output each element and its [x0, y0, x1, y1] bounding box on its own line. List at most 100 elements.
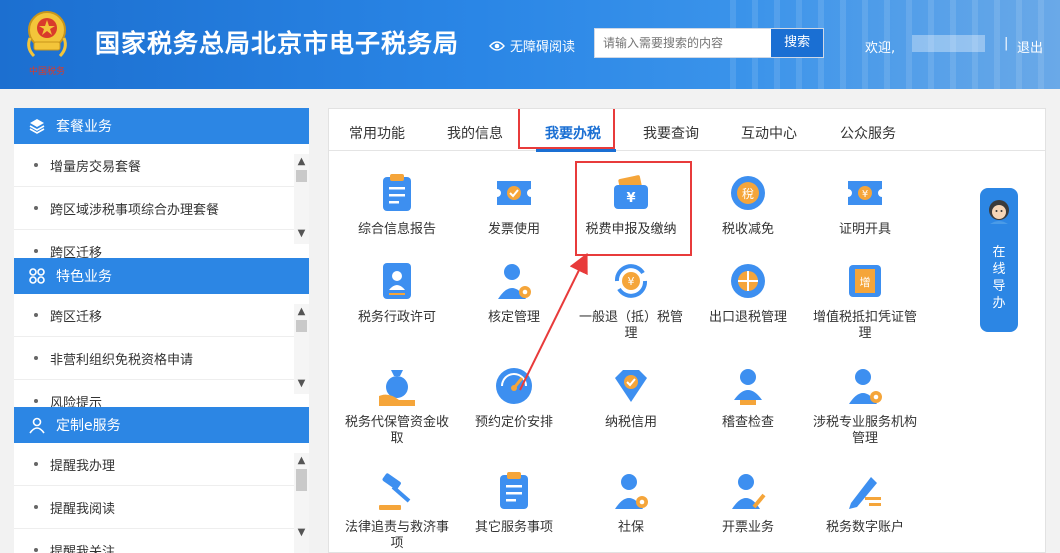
svg-text:¥: ¥: [862, 189, 868, 200]
service-vat-voucher[interactable]: 增 增值税抵扣凭证管理: [811, 259, 919, 342]
yuan-refresh-icon: ¥: [615, 264, 647, 298]
service-comprehensive-report[interactable]: 综合信息报告: [343, 171, 451, 238]
accessibility-reading-link[interactable]: 无障碍阅读: [489, 36, 575, 55]
scroll-up-icon[interactable]: ▲: [294, 453, 309, 469]
diamond-check-icon: [615, 370, 647, 402]
service-tax-credit[interactable]: 纳税信用: [577, 364, 685, 431]
service-label: 增值税抵扣凭证管理: [812, 310, 917, 341]
tab-common[interactable]: 常用功能: [349, 123, 405, 143]
scroll-down-icon[interactable]: ▼: [294, 376, 309, 392]
service-professional-agencies[interactable]: 涉税专业服务机构管理: [811, 364, 919, 447]
accessibility-label: 无障碍阅读: [510, 40, 576, 55]
svg-text:中国税务: 中国税务: [29, 65, 65, 77]
main-panel: 常用功能 我的信息 我要办税 我要查询 互动中心 公众服务 综合信息报告 发票使…: [328, 108, 1046, 553]
service-label: 税费申报及缴纳: [585, 222, 677, 237]
service-tax-reduction[interactable]: 稅 税收减免: [694, 171, 802, 238]
sidebar-item[interactable]: 跨区域涉税事项综合办理套餐: [14, 187, 309, 230]
svg-text:¥: ¥: [626, 191, 635, 206]
service-label: 纳税信用: [604, 415, 657, 430]
service-inspection[interactable]: 稽查检查: [694, 364, 802, 431]
sidebar-scrollbar-package[interactable]: ▲ ▼: [294, 154, 309, 244]
sidebar-section-title: 套餐业务: [56, 119, 112, 135]
service-label: 开票业务: [721, 520, 774, 535]
service-label: 稽查检查: [721, 415, 774, 430]
sidebar-list-package: 增量房交易套餐 跨区域涉税事项综合办理套餐 跨区迁移: [14, 144, 309, 273]
ticket-yuan-icon: ¥: [848, 181, 882, 205]
sidebar-list-custom: 提醒我办理 提醒我阅读 提醒我关注: [14, 443, 309, 553]
service-label: 发票使用: [487, 222, 540, 237]
user-pen-icon: [732, 474, 766, 509]
layers-icon: [29, 119, 45, 134]
sidebar-item[interactable]: 增量房交易套餐: [14, 144, 309, 187]
tab-my-info[interactable]: 我的信息: [447, 123, 503, 143]
service-admin-license[interactable]: 税务行政许可: [343, 259, 451, 326]
username-redacted: [912, 35, 985, 52]
service-legal-remedy[interactable]: 法律追责与救济事项: [343, 469, 451, 552]
sidebar-scrollbar-custom[interactable]: ▲ ▼: [294, 453, 309, 553]
sidebar-item[interactable]: 非营利组织免税资格申请: [14, 337, 309, 380]
sidebar-section-title: 特色业务: [56, 269, 112, 285]
svg-text:¥: ¥: [628, 275, 635, 288]
service-invoicing[interactable]: 开票业务: [694, 469, 802, 536]
tab-bar: 常用功能 我的信息 我要办税 我要查询 互动中心 公众服务: [329, 109, 1045, 152]
sidebar-item[interactable]: 提醒我办理: [14, 443, 309, 486]
tab-query[interactable]: 我要查询: [643, 123, 699, 143]
scroll-thumb[interactable]: [296, 320, 307, 332]
scroll-thumb[interactable]: [296, 170, 307, 182]
service-label: 税务数字账户: [825, 520, 904, 535]
scroll-thumb[interactable]: [296, 469, 307, 491]
service-label: 社保: [617, 520, 644, 535]
service-social-security[interactable]: 社保: [577, 469, 685, 536]
tab-public-service[interactable]: 公众服务: [840, 123, 896, 143]
search-button[interactable]: 搜索: [770, 29, 823, 57]
online-guide-widget[interactable]: 在线导办: [980, 188, 1018, 332]
service-label: 综合信息报告: [357, 222, 436, 237]
svg-text:稅: 稅: [742, 187, 754, 201]
scroll-up-icon[interactable]: ▲: [294, 154, 309, 170]
service-label: 核定管理: [487, 310, 540, 325]
service-invoice-use[interactable]: 发票使用: [460, 171, 568, 238]
tax-emblem-logo: 中国税务: [27, 11, 67, 77]
sidebar-section-package[interactable]: 套餐业务: [14, 108, 309, 144]
money-bag-icon: [379, 370, 415, 406]
sidebar-item[interactable]: 提醒我阅读: [14, 486, 309, 529]
sidebar-item[interactable]: 跨区迁移: [14, 294, 309, 337]
service-assessment[interactable]: 核定管理: [460, 259, 568, 326]
gauge-icon: [496, 368, 532, 404]
header-bar: 中国税务 国家税务总局北京市电子税务局 无障碍阅读 搜索 欢迎, | 退出: [0, 0, 1060, 89]
ticket-check-icon: [497, 181, 531, 205]
service-label: 预约定价安排: [474, 415, 553, 430]
logout-link[interactable]: 退出: [1017, 37, 1043, 56]
welcome-text: 欢迎,: [865, 41, 896, 56]
sidebar-section-special[interactable]: 特色业务: [14, 258, 309, 294]
scroll-up-icon[interactable]: ▲: [294, 304, 309, 320]
scroll-down-icon[interactable]: ▼: [294, 525, 309, 541]
voucher-icon: 增: [849, 265, 881, 297]
sidebar-section-custom[interactable]: 定制e服务: [14, 407, 309, 443]
search-input[interactable]: [595, 29, 771, 57]
sidebar-section-title: 定制e服务: [56, 418, 121, 434]
assistant-avatar-icon: [989, 200, 1009, 224]
scroll-down-icon[interactable]: ▼: [294, 226, 309, 242]
sidebar-item[interactable]: 提醒我关注: [14, 529, 309, 553]
service-pricing-arrangement[interactable]: 预约定价安排: [460, 364, 568, 431]
sidebar-scrollbar-special[interactable]: ▲ ▼: [294, 304, 309, 394]
service-other-matters[interactable]: 其它服务事项: [460, 469, 568, 536]
service-label: 涉税专业服务机构管理: [812, 415, 917, 446]
grid-icon: [29, 268, 45, 284]
service-refund-management[interactable]: ¥ 一般退（抵）税管理: [577, 259, 685, 342]
tab-interaction[interactable]: 互动中心: [741, 123, 797, 143]
service-export-refund[interactable]: 出口退税管理: [694, 259, 802, 326]
clipboard-icon: [383, 174, 411, 211]
service-label: 法律追责与救济事项: [344, 520, 449, 551]
service-tax-filing-payment[interactable]: ¥ 税费申报及缴纳: [577, 171, 685, 238]
coin-reduce-icon: 稅: [731, 176, 765, 210]
header-separator: |: [1004, 36, 1009, 51]
eye-icon: [489, 40, 505, 51]
service-custody-funds[interactable]: 税务代保管资金收取: [343, 364, 451, 447]
service-certificate-issue[interactable]: ¥ 证明开具: [811, 171, 919, 238]
service-digital-account[interactable]: 税务数字账户: [811, 469, 919, 536]
sidebar: 套餐业务 增量房交易套餐 跨区域涉税事项综合办理套餐 跨区迁移 ▲ ▼ 特色业务…: [14, 108, 309, 553]
globe-icon: [731, 264, 765, 298]
svg-text:增: 增: [860, 275, 871, 289]
